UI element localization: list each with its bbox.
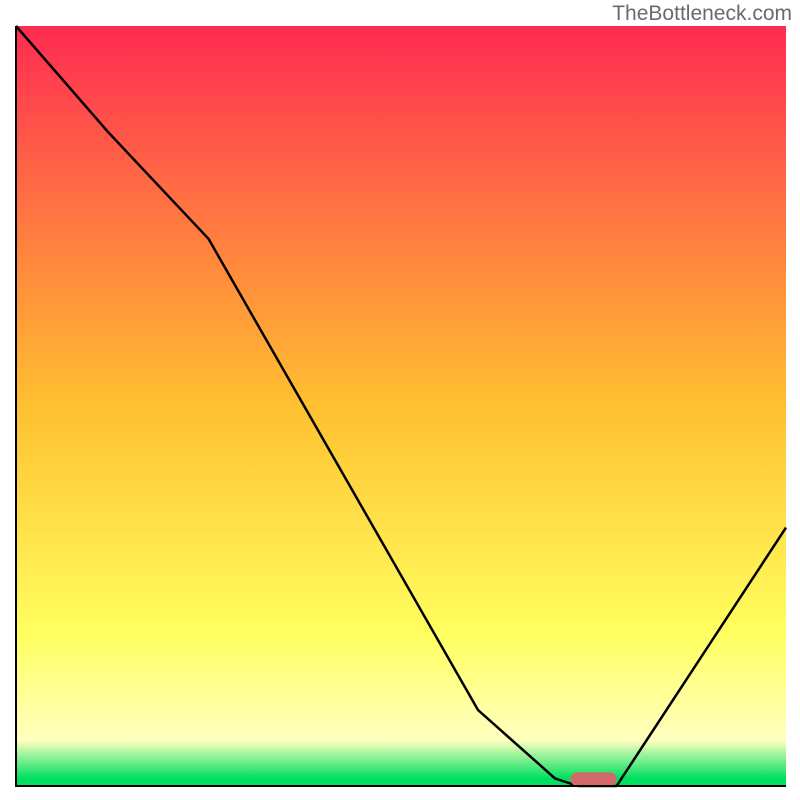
attribution-text: TheBottleneck.com [612, 2, 792, 26]
bottleneck-chart [14, 24, 788, 788]
chart-svg [14, 24, 788, 788]
optimal-marker [570, 772, 616, 786]
chart-background [16, 26, 786, 786]
